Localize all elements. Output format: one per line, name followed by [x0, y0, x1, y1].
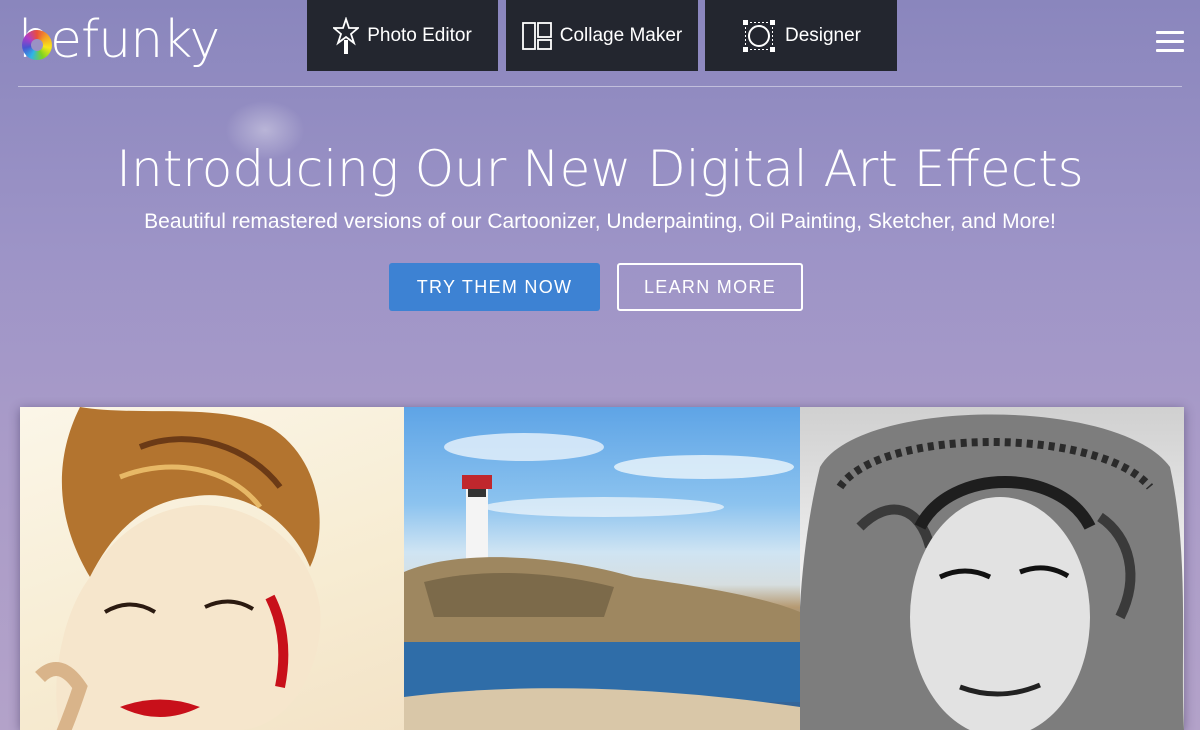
header-divider	[18, 86, 1182, 87]
star-wand-icon	[333, 16, 360, 55]
cartoon-effect-image[interactable]	[20, 407, 404, 730]
hero-subtitle: Beautiful remastered versions of our Car…	[144, 210, 1056, 233]
nav-tab-label: Photo Editor	[367, 24, 472, 46]
try-them-now-button[interactable]: TRY THEM NOW	[389, 263, 600, 311]
hamburger-menu-icon[interactable]	[1156, 31, 1184, 53]
hero-title: Introducing Our New Digital Art Effects	[116, 140, 1084, 198]
nav-tab-collage-maker[interactable]: Collage Maker	[506, 0, 698, 71]
nav-tab-photo-editor[interactable]: Photo Editor	[307, 0, 498, 71]
nav-tab-label: Collage Maker	[559, 24, 683, 46]
learn-more-button[interactable]: LEARN MORE	[617, 263, 803, 311]
sketch-effect-image[interactable]	[800, 407, 1184, 730]
befunky-logo[interactable]: befunky	[18, 10, 220, 72]
color-wheel-icon	[22, 30, 52, 60]
collage-grid-icon	[521, 21, 552, 50]
designer-circle-icon	[741, 18, 777, 54]
nav-tab-label: Designer	[784, 24, 862, 46]
oil-painting-effect-image[interactable]	[404, 407, 800, 730]
nav-tab-designer[interactable]: Designer	[705, 0, 897, 71]
effects-gallery	[20, 407, 1184, 730]
